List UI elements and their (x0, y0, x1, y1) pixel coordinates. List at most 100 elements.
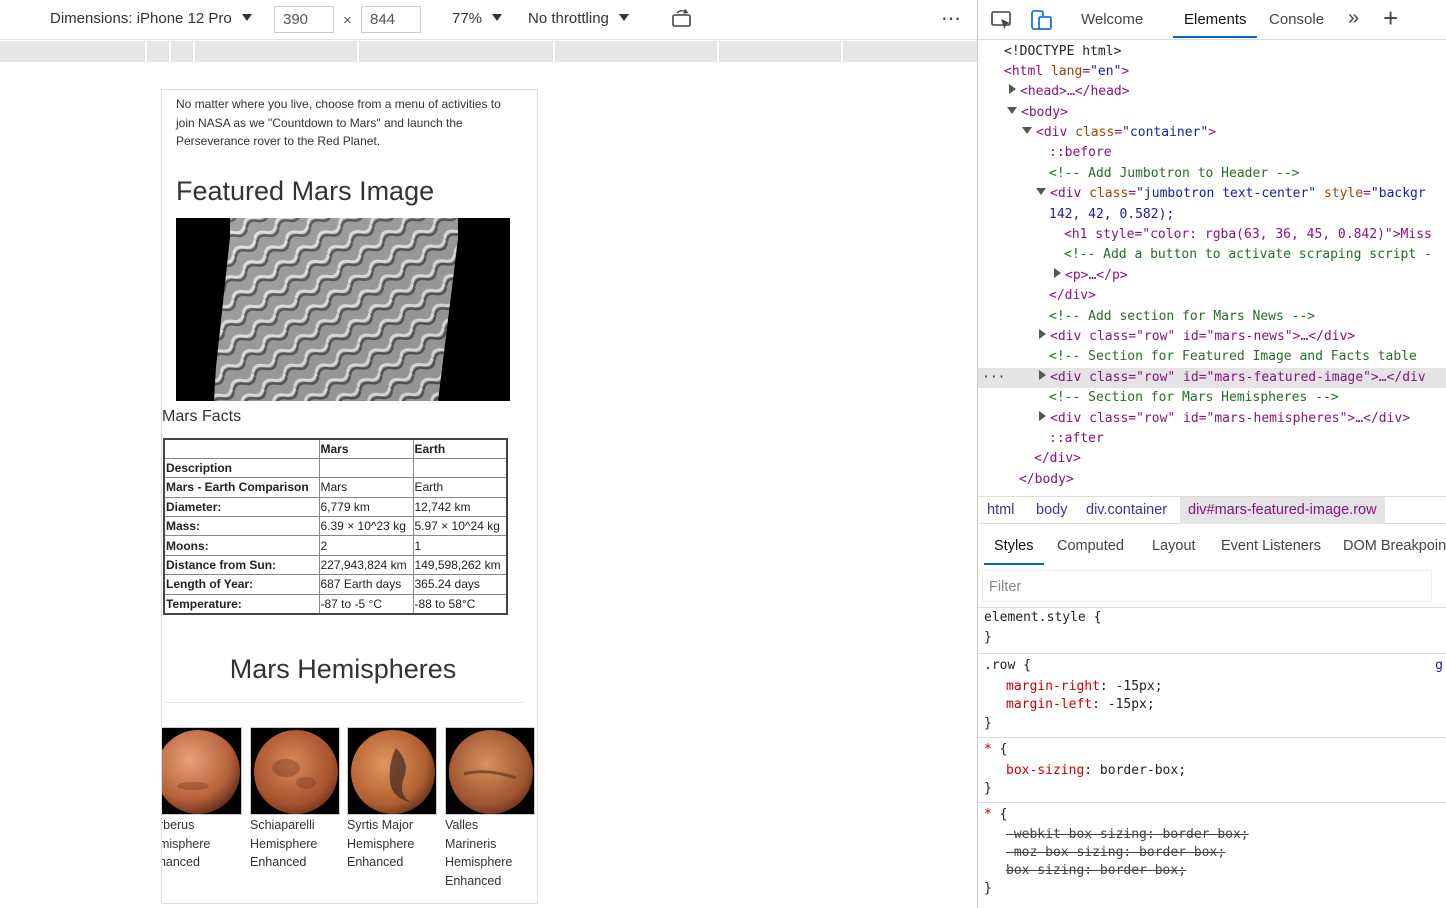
dom-node[interactable]: <!-- Section for Featured Image and Fact… (978, 347, 1446, 367)
dom-node[interactable]: 142, 42, 0.582); (978, 205, 1446, 225)
dom-node[interactable]: </div> (978, 449, 1446, 469)
dom-node[interactable]: <html lang="en"> (978, 62, 1446, 82)
caption-line: Schiaparelli (250, 818, 315, 832)
dom-node[interactable]: <div class="jumbotron text-center" style… (978, 184, 1446, 204)
css-property-name: box-sizing (1006, 863, 1085, 878)
css-property-overridden[interactable]: -webkit-box-sizing: border-box; (1006, 827, 1249, 842)
css-property[interactable]: margin-left: -15px; (1006, 697, 1155, 712)
dom-tree[interactable]: <!DOCTYPE html> <html lang="en"> <head>…… (978, 41, 1446, 493)
tab-welcome[interactable]: Welcome (1081, 11, 1143, 28)
hemisphere-thumbnail[interactable] (162, 727, 242, 815)
more-tabs-icon[interactable]: » (1348, 7, 1359, 30)
hemisphere-thumbnail[interactable] (250, 727, 340, 815)
add-tab-icon[interactable]: + (1383, 3, 1398, 34)
hemisphere-thumbnail[interactable] (445, 727, 535, 815)
table-cell (318, 457, 414, 479)
hemisphere-caption[interactable]: Schiaparelli Hemisphere Enhanced (250, 816, 340, 872)
hemisphere-caption[interactable]: Syrtis Major Hemisphere Enhanced (347, 816, 437, 872)
featured-mars-image[interactable] (176, 218, 510, 401)
css-property-overridden[interactable]: box-sizing: border-box; (1006, 863, 1186, 878)
css-property-overridden[interactable]: -moz-box-sizing: border-box; (1006, 845, 1225, 860)
tab-computed[interactable]: Computed (1057, 538, 1124, 554)
hemisphere-card-cerberus[interactable]: erberus emisphere nhanced (162, 727, 242, 872)
dom-node[interactable]: <!-- Add section for Mars News --> (978, 307, 1446, 327)
hemisphere-caption[interactable]: Valles Marineris Hemisphere Enhanced (445, 816, 535, 890)
breadcrumb-item-featured[interactable]: div#mars-featured-image.row (1180, 497, 1385, 524)
collapse-icon[interactable] (1007, 107, 1017, 114)
expand-icon[interactable] (1039, 329, 1046, 339)
tab-layout[interactable]: Layout (1152, 538, 1196, 554)
device-emulation-icon[interactable] (1030, 9, 1054, 31)
tab-event-listeners[interactable]: Event Listeners (1221, 538, 1321, 554)
expand-icon[interactable] (1054, 268, 1061, 278)
throttle-dropdown[interactable]: No throttling (528, 10, 629, 27)
tab-console[interactable]: Console (1269, 11, 1324, 28)
ruler-segment[interactable] (0, 41, 147, 62)
dom-node[interactable]: <!-- Add Jumbotron to Header --> (978, 164, 1446, 184)
dom-node[interactable]: <!DOCTYPE html> (978, 42, 1446, 62)
breadcrumb-item-body[interactable]: body (1028, 497, 1075, 524)
hemisphere-card-syrtis-major[interactable]: Syrtis Major Hemisphere Enhanced (347, 727, 437, 872)
dom-node[interactable]: ::before (978, 143, 1446, 163)
dom-node[interactable]: </div> (978, 286, 1446, 306)
dom-node[interactable]: <h1 style="color: rgba(63, 36, 45, 0.842… (978, 225, 1446, 245)
tab-styles[interactable]: Styles (994, 538, 1034, 554)
media-query-ruler[interactable] (0, 41, 977, 62)
collapse-icon[interactable] (1036, 188, 1046, 195)
hemisphere-card-schiaparelli[interactable]: Schiaparelli Hemisphere Enhanced (250, 727, 340, 872)
table-row: Description (163, 457, 508, 479)
collapse-icon[interactable] (1022, 127, 1032, 134)
dom-node[interactable]: <div class="row" id="mars-news">…</div> (978, 327, 1446, 347)
emulated-page[interactable]: No matter where you live, choose from a … (161, 89, 538, 904)
dom-node[interactable]: ::after (978, 429, 1446, 449)
expand-icon[interactable] (1009, 84, 1016, 94)
dom-node[interactable]: <p>…</p> (978, 266, 1446, 286)
table-cell: -87 to -5 °C (318, 593, 414, 615)
more-options-icon[interactable]: ⋯ (941, 6, 962, 31)
more-actions-icon[interactable]: ··· (982, 368, 1005, 388)
styles-filter-input[interactable]: Filter (982, 570, 1432, 602)
hemisphere-card-valles-marineris[interactable]: Valles Marineris Hemisphere Enhanced (445, 727, 535, 890)
dom-node[interactable]: <body> (978, 103, 1446, 123)
rotate-icon[interactable] (671, 9, 693, 29)
inspect-element-icon[interactable] (990, 9, 1014, 31)
active-tab-indicator (984, 563, 1044, 565)
times-symbol: × (343, 12, 352, 29)
dimensions-dropdown[interactable]: Dimensions: iPhone 12 Pro (50, 10, 252, 27)
devtools-tab-bar: Welcome Elements Console » + (978, 0, 1446, 40)
dom-node[interactable]: <head>…</head> (978, 82, 1446, 102)
rule-row[interactable]: .row { g margin-right: -15px; margin-lef… (978, 655, 1446, 738)
dom-node-selected[interactable]: ··· <div class="row" id="mars-featured-im… (978, 368, 1446, 388)
ruler-segment[interactable] (147, 41, 171, 62)
ruler-segment[interactable] (555, 41, 719, 62)
ruler-segment[interactable] (719, 41, 843, 62)
css-property[interactable]: box-sizing: border-box; (1006, 763, 1186, 778)
expand-icon[interactable] (1039, 411, 1046, 421)
dom-node[interactable]: <div class="row" id="mars-hemispheres">…… (978, 409, 1446, 429)
dom-node[interactable]: <!-- Section for Mars Hemispheres --> (978, 388, 1446, 408)
width-input[interactable]: 390 (274, 6, 334, 33)
breadcrumb-item-container[interactable]: div.container (1078, 497, 1175, 524)
rule-element-style[interactable]: element.style { } (978, 608, 1446, 654)
css-property[interactable]: margin-right: -15px; (1006, 679, 1163, 694)
hemisphere-thumbnail[interactable] (347, 727, 437, 815)
rule-universal-overridden[interactable]: * { -webkit-box-sizing: border-box; -moz… (978, 804, 1446, 900)
rule-universal[interactable]: * { box-sizing: border-box; } (978, 739, 1446, 803)
dom-node[interactable]: <!-- Add a button to activate scraping s… (978, 245, 1446, 265)
tab-dom-breakpoints[interactable]: DOM Breakpoin (1343, 538, 1446, 554)
dom-attr: class (1089, 186, 1129, 201)
height-input[interactable]: 844 (361, 6, 421, 33)
dom-node[interactable]: <div class="container"> (978, 123, 1446, 143)
ruler-segment[interactable] (359, 41, 555, 62)
tab-elements[interactable]: Elements (1184, 11, 1247, 28)
ruler-segment[interactable] (843, 41, 977, 62)
rule-source-link[interactable]: g (1435, 658, 1443, 673)
ruler-segment[interactable] (171, 41, 195, 62)
facts-title: Mars Facts (162, 408, 242, 425)
hemisphere-caption[interactable]: erberus emisphere nhanced (162, 816, 242, 872)
dom-node[interactable]: </body> (978, 470, 1446, 490)
zoom-dropdown[interactable]: 77% (452, 10, 503, 27)
expand-icon[interactable] (1039, 370, 1046, 380)
ruler-segment[interactable] (195, 41, 359, 62)
breadcrumb-item-html[interactable]: html (979, 497, 1022, 524)
